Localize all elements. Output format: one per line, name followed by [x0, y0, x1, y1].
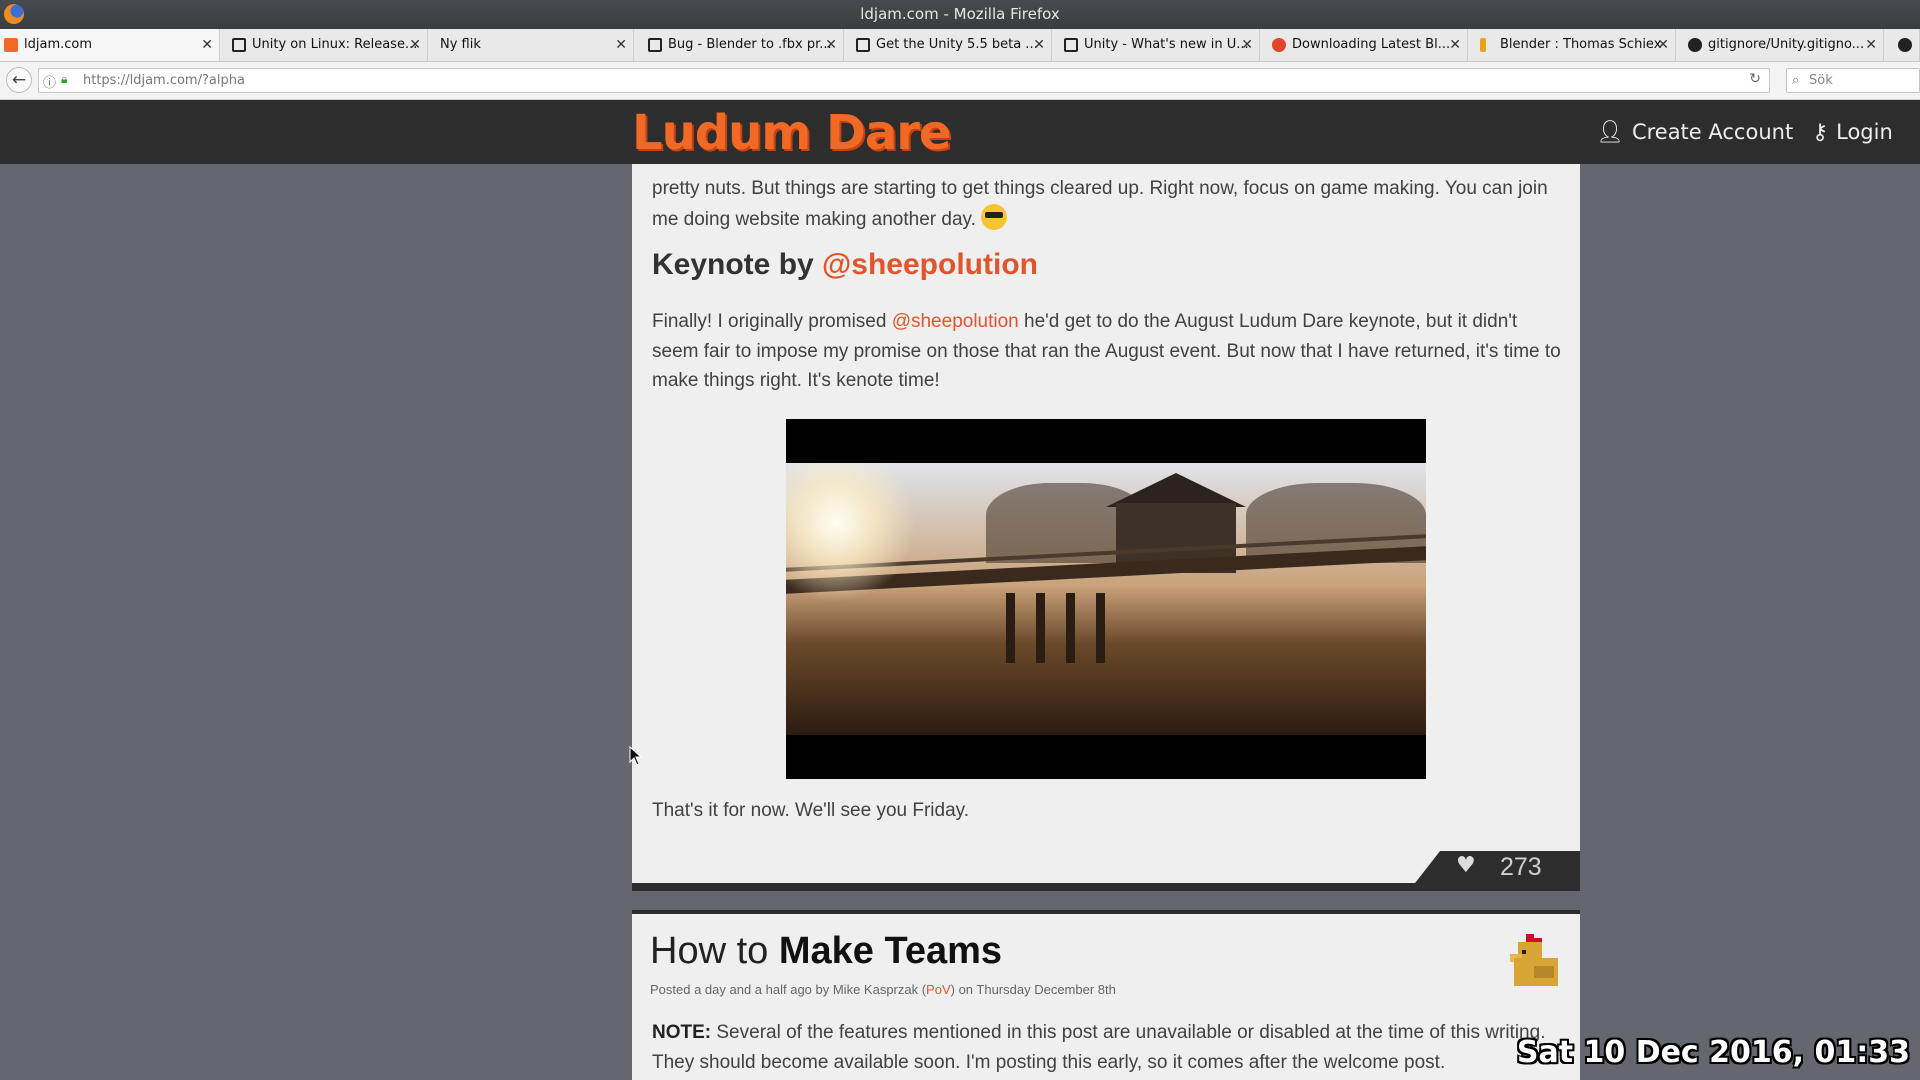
window-title: ldjam.com - Mozilla Firefox — [860, 5, 1060, 23]
video-thumbnail[interactable] — [786, 463, 1426, 735]
mouse-cursor-icon — [629, 746, 643, 766]
close-icon[interactable]: ✕ — [1865, 29, 1877, 61]
reload-icon[interactable]: ↻ — [1749, 71, 1761, 87]
post-note: NOTE: Several of the features mentioned … — [652, 1018, 1564, 1077]
search-icon: ⌕ — [1792, 73, 1800, 88]
tab-blender-schiex[interactable]: Blender : Thomas Schiex ✕ — [1476, 29, 1676, 61]
note-label: NOTE: — [652, 1022, 712, 1043]
heading-text: Keynote by — [652, 248, 823, 281]
bridge-post — [1036, 593, 1045, 663]
post-meta: Posted a day and a half ago by Mike Kasp… — [650, 982, 1116, 997]
add-user-icon: 👤︎ — [1596, 120, 1624, 145]
sunglasses-emoji-icon — [981, 203, 1008, 230]
url-text[interactable]: https://ldjam.com/?alpha — [83, 69, 245, 92]
key-icon: ⚷ — [1812, 120, 1829, 145]
close-icon[interactable]: ✕ — [1657, 29, 1669, 61]
meta-text: Posted a day and a half ago by Mike Kasp… — [650, 982, 927, 997]
mention-link[interactable]: @sheepolution — [822, 248, 1038, 281]
tab-unity-whats-new[interactable]: Unity - What's new in U... ✕ — [1060, 29, 1260, 61]
firefox-logo-icon — [4, 4, 24, 24]
navigation-bar: ← ⓘ 🔒︎ https://ldjam.com/?alpha ↻ ⌕ Sök — [0, 62, 1920, 100]
tab-label: Ny flik — [440, 37, 481, 52]
tab-label: Unity - What's new in U... — [1084, 37, 1249, 52]
tab-label: Bug - Blender to .fbx pr... — [668, 37, 832, 52]
close-icon[interactable]: ✕ — [1033, 29, 1045, 61]
search-placeholder: Sök — [1809, 73, 1833, 88]
launchpad-icon — [1480, 38, 1486, 52]
askubuntu-icon — [1272, 38, 1286, 52]
tab-gitignore[interactable]: gitignore/Unity.gitigno... ✕ — [1684, 29, 1884, 61]
close-icon[interactable]: ✕ — [201, 29, 213, 61]
heart-icon: ♥ — [1456, 853, 1476, 878]
post-title[interactable]: How to Make Teams — [650, 930, 1002, 973]
login-label: Login — [1836, 120, 1893, 144]
site-header: Ludum Dare 👤︎ Create Account ⚷ Login — [0, 100, 1920, 164]
tab-bug-blender[interactable]: Bug - Blender to .fbx pr... ✕ — [644, 29, 844, 61]
github-icon — [1898, 38, 1912, 52]
paragraph-text: pretty nuts. But things are starting to … — [652, 178, 1548, 230]
video-embed[interactable] — [786, 419, 1426, 779]
back-button[interactable]: ← — [6, 67, 32, 93]
tab-label: ldjam.com — [24, 37, 93, 52]
arrow-left-icon: ← — [11, 70, 27, 90]
like-count: 273 — [1500, 853, 1542, 881]
author-avatar-chicken-icon[interactable] — [1498, 930, 1562, 994]
paragraph-outro: That's it for now. We'll see you Friday. — [652, 800, 970, 821]
tab-label: gitignore/Unity.gitigno... — [1708, 37, 1865, 52]
close-icon[interactable]: ✕ — [615, 29, 627, 61]
note-text: Several of the features mentioned in thi… — [652, 1022, 1546, 1073]
tab-bar: ldjam.com ✕ Unity on Linux: Release... ✕… — [0, 29, 1920, 62]
clock-overlay: Sat 10 Dec 2016, 01:33 — [1516, 1035, 1910, 1070]
tab-ldjam[interactable]: ldjam.com ✕ — [0, 29, 220, 61]
title-text: How to — [650, 930, 779, 972]
tab-label: Blender : Thomas Schiex — [1500, 37, 1662, 52]
close-icon[interactable]: ✕ — [409, 29, 421, 61]
bridge-post — [1096, 593, 1105, 663]
unity-icon — [856, 38, 870, 52]
paragraph-text: Finally! I originally promised — [652, 311, 892, 332]
unity-icon — [1064, 38, 1078, 52]
tab-downloading-blender[interactable]: Downloading Latest Bl... ✕ — [1268, 29, 1468, 61]
search-input[interactable]: ⌕ Sök — [1786, 68, 1920, 93]
unity-icon — [648, 38, 662, 52]
tab-label: Get the Unity 5.5 beta ... — [876, 37, 1038, 52]
window-titlebar: ldjam.com - Mozilla Firefox — [0, 0, 1920, 29]
post-article: How to Make Teams Posted a day and a hal… — [632, 910, 1580, 1080]
lock-icon[interactable]: 🔒︎ — [61, 72, 67, 87]
login-button[interactable]: ⚷ Login — [1812, 100, 1893, 164]
close-icon[interactable]: ✕ — [1241, 29, 1253, 61]
house-roof — [1106, 473, 1246, 507]
tab-label: Unity on Linux: Release... — [252, 37, 418, 52]
tab-overflow[interactable] — [1892, 29, 1920, 61]
url-bar[interactable]: ⓘ 🔒︎ https://ldjam.com/?alpha ↻ — [38, 68, 1770, 93]
river — [786, 643, 1426, 735]
bridge-post — [1066, 593, 1075, 663]
section-heading: Keynote by @sheepolution — [652, 248, 1038, 282]
author-link[interactable]: PoV — [926, 982, 951, 997]
close-icon[interactable]: ✕ — [1449, 29, 1461, 61]
tab-ny-flik[interactable]: Ny flik ✕ — [436, 29, 634, 61]
ludum-dare-logo[interactable]: Ludum Dare — [632, 108, 951, 158]
mention-link[interactable]: @sheepolution — [892, 311, 1019, 332]
title-text-bold: Make Teams — [778, 930, 1003, 972]
tab-unity-linux[interactable]: Unity on Linux: Release... ✕ — [228, 29, 428, 61]
github-icon — [1688, 38, 1702, 52]
like-button[interactable]: ♥ 273 — [1412, 851, 1580, 887]
close-icon[interactable]: ✕ — [825, 29, 837, 61]
create-account-button[interactable]: 👤︎ Create Account — [1596, 100, 1793, 164]
unity-icon — [232, 38, 246, 52]
paragraph-keynote: Finally! I originally promised @sheepolu… — [652, 307, 1564, 396]
tab-unity-beta[interactable]: Get the Unity 5.5 beta ... ✕ — [852, 29, 1052, 61]
post-article: pretty nuts. But things are starting to … — [632, 164, 1580, 891]
info-icon[interactable]: ⓘ — [43, 72, 56, 91]
tab-label: Downloading Latest Bl... — [1292, 37, 1451, 52]
paragraph-intro: pretty nuts. But things are starting to … — [652, 174, 1564, 234]
bridge-post — [1006, 593, 1015, 663]
meta-text: ) on Thursday December 8th — [950, 982, 1116, 997]
ld-icon — [4, 38, 18, 52]
create-account-label: Create Account — [1631, 120, 1794, 144]
